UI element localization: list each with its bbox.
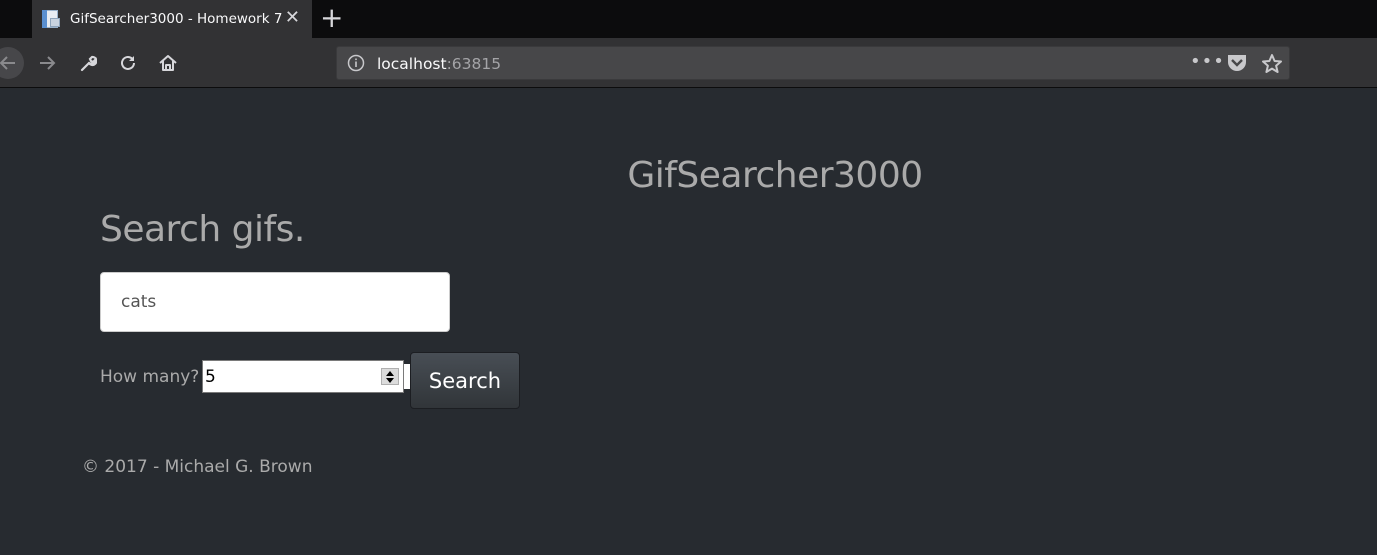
url-port: :63815 bbox=[446, 55, 502, 73]
footer-copyright: © 2017 - Michael G. Brown bbox=[82, 457, 313, 477]
new-tab-button[interactable]: + bbox=[320, 3, 343, 33]
spin-down-icon[interactable] bbox=[386, 378, 394, 383]
tab-bar: GifSearcher3000 - Homework 7 ✕ + bbox=[0, 0, 1377, 38]
tools-button[interactable] bbox=[72, 47, 104, 79]
info-icon[interactable] bbox=[347, 54, 365, 76]
url-text[interactable]: localhost:63815 bbox=[377, 55, 501, 73]
page-favicon-icon bbox=[42, 9, 62, 29]
arrow-right-icon bbox=[40, 56, 56, 70]
home-icon bbox=[159, 55, 177, 71]
tab-title: GifSearcher3000 - Homework 7 bbox=[70, 11, 283, 27]
url-host: localhost bbox=[377, 55, 447, 73]
reload-icon bbox=[121, 55, 135, 70]
count-input[interactable] bbox=[202, 360, 404, 393]
site-title: GifSearcher3000 bbox=[627, 155, 923, 196]
page-content: GifSearcher3000 Search gifs. How many? S… bbox=[0, 89, 1377, 555]
wrench-icon bbox=[80, 55, 97, 72]
close-icon[interactable]: ✕ bbox=[285, 8, 300, 28]
back-button[interactable] bbox=[0, 47, 24, 79]
active-tab[interactable]: GifSearcher3000 - Homework 7 ✕ bbox=[32, 0, 312, 38]
navigation-toolbar: localhost:63815 ••• bbox=[0, 38, 1377, 88]
count-label: How many? bbox=[100, 367, 200, 387]
star-icon[interactable] bbox=[1261, 53, 1283, 79]
arrow-left-icon bbox=[0, 56, 15, 70]
page-heading: Search gifs. bbox=[100, 209, 305, 250]
home-button[interactable] bbox=[152, 47, 184, 79]
spin-up-icon[interactable] bbox=[386, 371, 394, 376]
search-input[interactable] bbox=[100, 272, 450, 332]
count-spinner[interactable] bbox=[381, 368, 399, 385]
search-button[interactable]: Search bbox=[410, 352, 520, 409]
page-actions-button[interactable]: ••• bbox=[1190, 51, 1225, 72]
pocket-icon[interactable] bbox=[1226, 53, 1248, 77]
forward-button[interactable] bbox=[31, 47, 63, 79]
reload-button[interactable] bbox=[112, 47, 144, 79]
url-bar[interactable]: localhost:63815 ••• bbox=[336, 46, 1290, 80]
